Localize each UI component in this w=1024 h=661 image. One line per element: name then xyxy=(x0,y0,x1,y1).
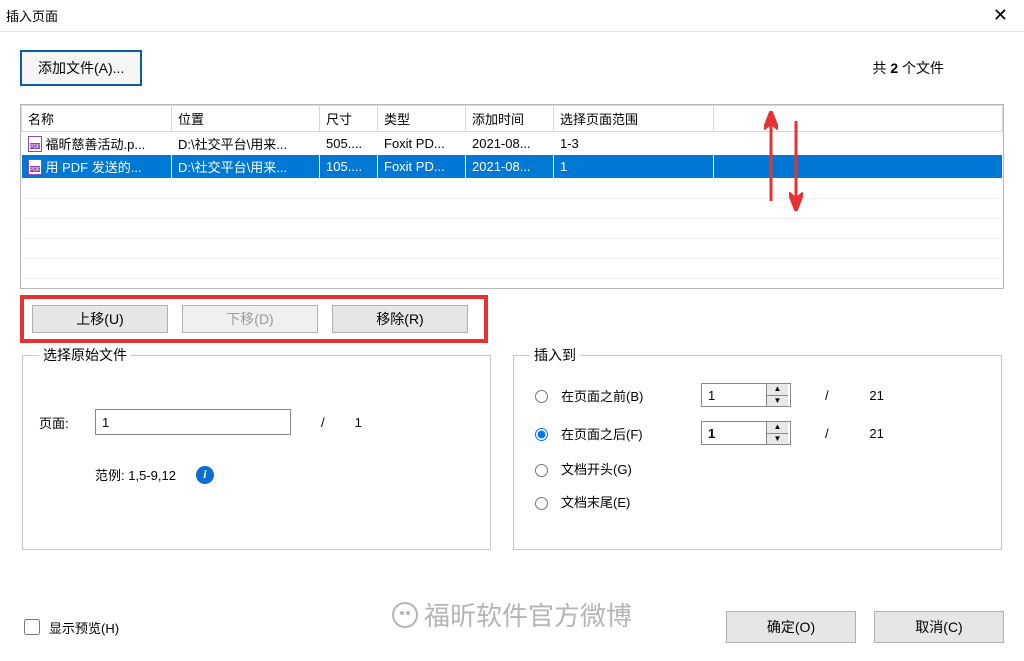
file-table: 名称 位置 尺寸 类型 添加时间 选择页面范围 PDF 福昕慈善活动.p... xyxy=(21,105,1003,289)
spinner-up-icon[interactable]: ▲ xyxy=(767,384,788,396)
radio-end-row: 文档末尾(E) xyxy=(530,492,985,511)
top-row: 添加文件(A)... 共 2 个文件 xyxy=(20,50,1004,86)
table-header-row: 名称 位置 尺寸 类型 添加时间 选择页面范围 xyxy=(22,106,1003,132)
dialog-title: 插入页面 xyxy=(6,6,58,25)
doc-start-radio[interactable] xyxy=(535,464,548,477)
file-count: 共 2 个文件 xyxy=(872,58,944,78)
cancel-button[interactable]: 取消(C) xyxy=(874,611,1004,643)
preview-checkbox[interactable] xyxy=(24,619,40,635)
doc-start-label[interactable]: 文档开头(G) xyxy=(561,459,691,478)
cell-time: 2021-08... xyxy=(466,155,554,178)
content: 添加文件(A)... 共 2 个文件 名称 位置 尺寸 类型 添加时间 选择页面… xyxy=(0,32,1024,560)
lower-panels: 选择原始文件 页面: / 1 范例: 1,5-9,12 i 插入到 在页面之前(… xyxy=(20,345,1004,550)
ok-button[interactable]: 确定(O) xyxy=(726,611,856,643)
slash: / xyxy=(825,426,829,441)
pdf-icon: PDF xyxy=(28,159,42,175)
table-row-empty xyxy=(22,258,1003,278)
example-label: 范例: 1,5-9,12 xyxy=(95,465,176,484)
cell-type: Foxit PD... xyxy=(378,155,466,178)
spinner-down-icon[interactable]: ▼ xyxy=(767,434,788,445)
cell-name: PDF 用 PDF 发送的... xyxy=(22,155,172,178)
radio-start-row: 文档开头(G) xyxy=(530,459,985,478)
before-spinner-input[interactable] xyxy=(702,384,766,406)
after-total: 21 xyxy=(857,426,897,441)
col-extra xyxy=(714,106,1003,132)
file-table-wrap: 名称 位置 尺寸 类型 添加时间 选择页面范围 PDF 福昕慈善活动.p... xyxy=(20,104,1004,289)
table-row-empty xyxy=(22,218,1003,238)
after-spinner[interactable]: ▲ ▼ xyxy=(701,421,791,445)
slash: / xyxy=(321,415,325,430)
col-time[interactable]: 添加时间 xyxy=(466,106,554,132)
example-row: 范例: 1,5-9,12 i xyxy=(95,465,474,484)
page-input[interactable] xyxy=(95,409,291,435)
cell-size: 105.... xyxy=(320,155,378,178)
move-up-button[interactable]: 上移(U) xyxy=(32,305,168,333)
insert-fieldset: 插入到 在页面之前(B) ▲ ▼ / 21 在页面之后(F) xyxy=(513,345,1002,550)
footer-actions: 确定(O) 取消(C) xyxy=(726,611,1004,643)
before-radio[interactable] xyxy=(535,390,548,403)
col-name[interactable]: 名称 xyxy=(22,106,172,132)
insert-legend: 插入到 xyxy=(530,345,580,365)
before-label[interactable]: 在页面之前(B) xyxy=(561,386,691,405)
cell-location: D:\社交平台\用来... xyxy=(172,132,320,156)
preview-check-wrap: 显示预览(H) xyxy=(20,616,119,638)
button-bar: 上移(U) 下移(D) 移除(R) xyxy=(20,295,488,343)
col-size[interactable]: 尺寸 xyxy=(320,106,378,132)
col-range[interactable]: 选择页面范围 xyxy=(554,106,714,132)
cell-type: Foxit PD... xyxy=(378,132,466,156)
cell-name-text: 用 PDF 发送的... xyxy=(46,157,142,176)
table-row[interactable]: PDF 用 PDF 发送的... D:\社交平台\用来... 105.... F… xyxy=(22,155,1003,178)
cell-name-text: 福昕慈善活动.p... xyxy=(46,134,146,153)
cell-size: 505.... xyxy=(320,132,378,156)
file-count-value: 2 xyxy=(890,60,898,76)
file-count-suffix: 个文件 xyxy=(898,60,944,76)
cell-range: 1-3 xyxy=(554,132,714,156)
table-row-empty xyxy=(22,198,1003,218)
doc-end-label[interactable]: 文档末尾(E) xyxy=(561,492,691,511)
source-fieldset: 选择原始文件 页面: / 1 范例: 1,5-9,12 i xyxy=(22,345,491,550)
move-down-button[interactable]: 下移(D) xyxy=(182,305,318,333)
svg-text:PDF: PDF xyxy=(30,167,40,173)
col-location[interactable]: 位置 xyxy=(172,106,320,132)
info-icon[interactable]: i xyxy=(196,466,214,484)
page-label: 页面: xyxy=(39,413,83,432)
cell-location: D:\社交平台\用来... xyxy=(172,155,320,178)
titlebar: 插入页面 ✕ xyxy=(0,0,1024,32)
cell-time: 2021-08... xyxy=(466,132,554,156)
doc-end-radio[interactable] xyxy=(535,497,548,510)
remove-button[interactable]: 移除(R) xyxy=(332,305,468,333)
preview-label[interactable]: 显示预览(H) xyxy=(49,618,119,637)
radio-after-row: 在页面之后(F) ▲ ▼ / 21 xyxy=(530,421,985,445)
before-spinner[interactable]: ▲ ▼ xyxy=(701,383,791,407)
spinner-up-icon[interactable]: ▲ xyxy=(767,422,788,434)
add-file-button[interactable]: 添加文件(A)... xyxy=(20,50,142,86)
svg-text:PDF: PDF xyxy=(30,144,40,150)
source-legend: 选择原始文件 xyxy=(39,345,131,365)
table-row-empty xyxy=(22,238,1003,258)
footer: 显示预览(H) 确定(O) 取消(C) xyxy=(20,611,1004,643)
file-count-prefix: 共 xyxy=(872,60,890,76)
radio-before-row: 在页面之前(B) ▲ ▼ / 21 xyxy=(530,383,985,407)
table-row-empty xyxy=(22,278,1003,289)
pdf-icon: PDF xyxy=(28,136,42,152)
after-spinner-input[interactable] xyxy=(702,422,766,444)
cell-name: PDF 福昕慈善活动.p... xyxy=(22,132,172,156)
page-total: 1 xyxy=(355,415,362,430)
table-row[interactable]: PDF 福昕慈善活动.p... D:\社交平台\用来... 505.... Fo… xyxy=(22,132,1003,156)
slash: / xyxy=(825,388,829,403)
after-radio[interactable] xyxy=(535,428,548,441)
close-icon[interactable]: ✕ xyxy=(987,5,1014,26)
spinner-down-icon[interactable]: ▼ xyxy=(767,396,788,407)
before-total: 21 xyxy=(857,388,897,403)
cell-range: 1 xyxy=(554,155,714,178)
col-type[interactable]: 类型 xyxy=(378,106,466,132)
page-row: 页面: / 1 xyxy=(39,409,474,435)
table-row-empty xyxy=(22,178,1003,198)
after-label[interactable]: 在页面之后(F) xyxy=(561,424,691,443)
